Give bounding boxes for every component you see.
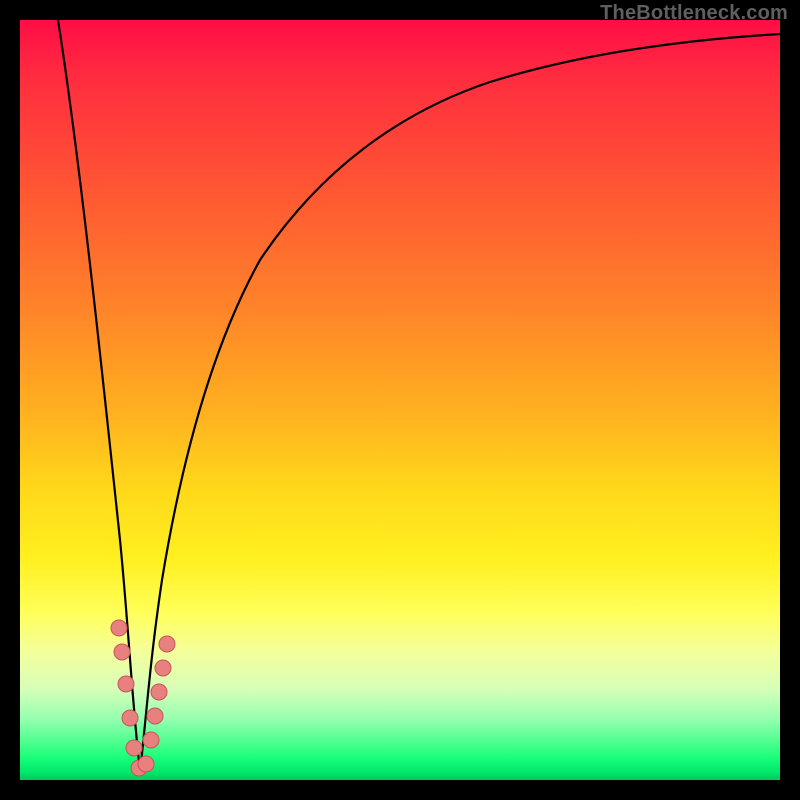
marker-dot	[159, 636, 175, 652]
marker-dot	[111, 620, 127, 636]
bottleneck-curve	[58, 20, 780, 772]
marker-dot	[126, 740, 142, 756]
watermark-text: TheBottleneck.com	[600, 2, 788, 25]
chart-svg	[20, 20, 780, 780]
marker-dot	[147, 708, 163, 724]
chart-frame: TheBottleneck.com	[0, 0, 800, 800]
marker-dot	[138, 756, 154, 772]
marker-dot	[114, 644, 130, 660]
marker-dot	[143, 732, 159, 748]
chart-plot-area	[20, 20, 780, 780]
marker-dot	[155, 660, 171, 676]
marker-dot	[118, 676, 134, 692]
marker-dot	[151, 684, 167, 700]
marker-dot	[122, 710, 138, 726]
